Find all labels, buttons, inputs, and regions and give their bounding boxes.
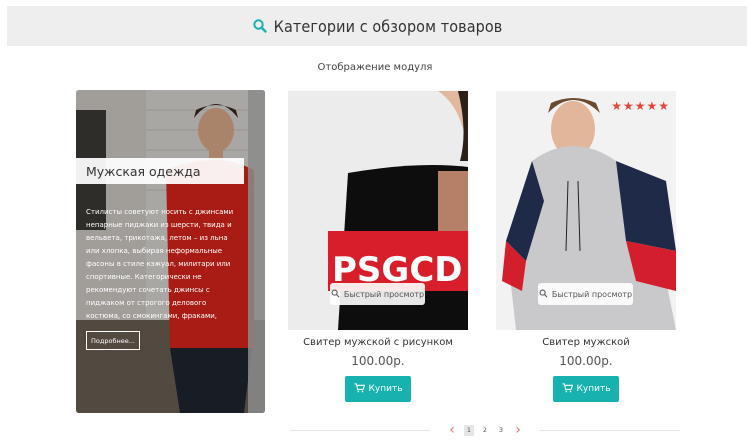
product-name[interactable]: Свитер мужской с рисунком [288,337,468,348]
buy-label: Купить [576,384,611,394]
quick-view-label: Быстрый просмотр [551,289,633,299]
product-image[interactable]: ★★★★★ Быстрый просмотр [496,91,676,330]
cart-icon [354,382,365,396]
product-name[interactable]: Свитер мужской [496,337,676,348]
category-more-button[interactable]: Подробнее... [86,331,140,350]
module-label: Отображение модуля [317,62,433,73]
page-2[interactable]: 2 [480,425,490,436]
page-header: Категории с обзором товаров [7,6,747,46]
cart-icon [562,382,573,396]
category-title[interactable]: Мужская одежда [76,158,244,184]
buy-button[interactable]: Купить [345,376,411,402]
buy-label: Купить [368,384,403,394]
quick-view-button[interactable]: Быстрый просмотр [330,283,425,305]
pagination: ‹ 1 2 3 › [430,418,540,442]
search-icon [331,289,340,300]
page-title: Категории с обзором товаров [273,16,503,36]
product-price: 100.00р. [559,354,613,368]
rating-stars: ★★★★★ [611,99,670,113]
quick-view-button[interactable]: Быстрый просмотр [538,283,633,305]
product-price: 100.00р. [351,354,405,368]
search-icon [539,289,548,300]
quick-view-label: Быстрый просмотр [343,289,425,299]
category-side-strip [248,90,265,413]
chevron-left-icon[interactable]: ‹ [446,422,458,438]
product-card[interactable]: ★★★★★ Быстрый просмотр Свитер мужской 10… [496,91,676,402]
page-3[interactable]: 3 [496,425,506,436]
category-banner[interactable]: Мужская одежда Стилисты советуют носить … [76,90,265,413]
product-image[interactable]: PSGCD Быстрый просмотр [288,91,468,330]
product-card[interactable]: PSGCD Быстрый просмотр Свитер мужской с … [288,91,468,402]
page-1[interactable]: 1 [464,424,474,436]
category-description: Стилисты советуют носить с джинсами непа… [86,208,234,320]
buy-button[interactable]: Купить [553,376,619,402]
chevron-right-icon[interactable]: › [512,422,524,438]
search-icon [252,18,268,34]
